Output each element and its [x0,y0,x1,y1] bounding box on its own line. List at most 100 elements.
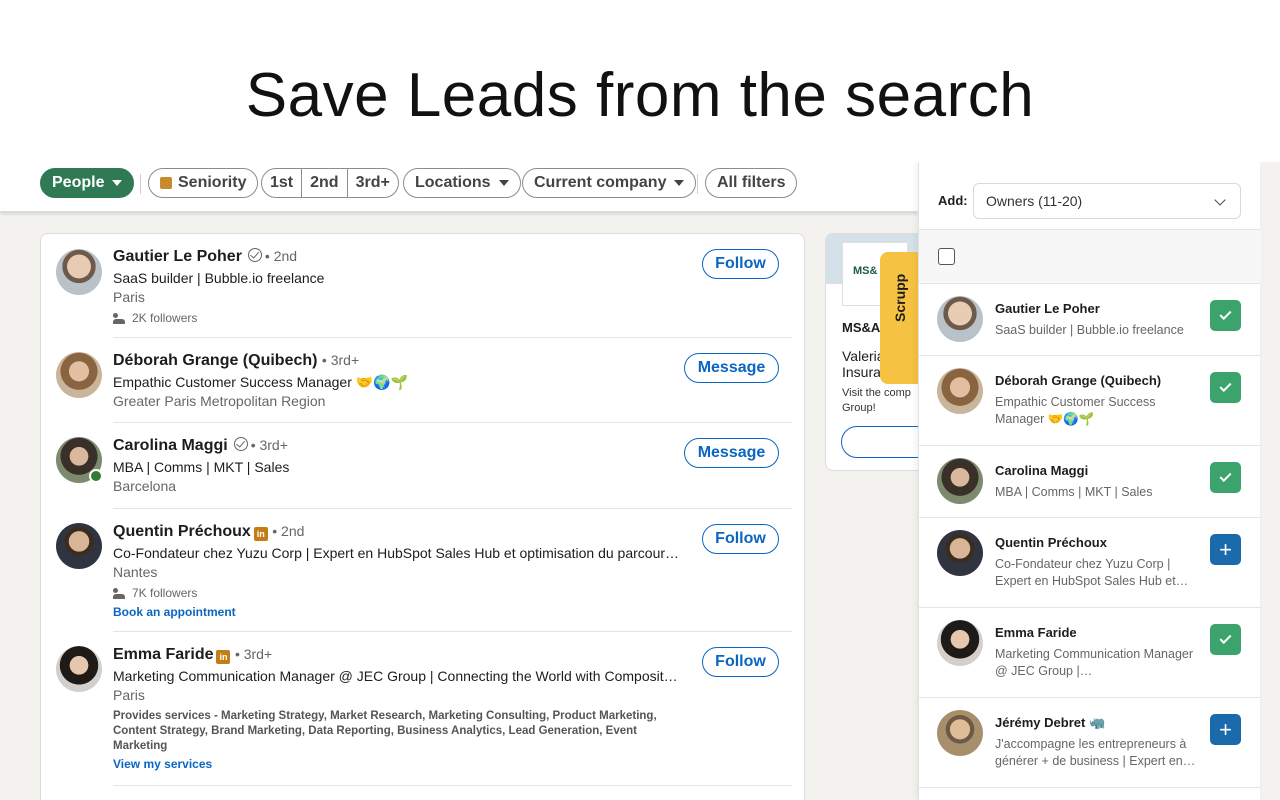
lead-item: Déborah Grange (Quibech) Empathic Custom… [919,356,1261,446]
avatar[interactable] [56,523,102,569]
select-all-checkbox[interactable] [938,248,955,265]
linkedin-premium-icon: in [253,527,268,541]
lead-headline: J'accompagne les entrepreneurs à générer… [995,737,1196,768]
result-headline: MBA | Comms | MKT | Sales [113,459,290,475]
add-label: Add: [938,193,968,208]
lead-saved-button[interactable] [1210,624,1241,655]
follow-button[interactable]: Follow [702,524,779,554]
current-company-filter-button[interactable]: Current company [522,168,697,198]
verified-icon [233,437,248,451]
services-text: Provides services - Marketing Strategy, … [113,710,657,752]
seniority-filter-button[interactable]: Seniority [148,168,259,198]
lead-headline: Co-Fondateur chez Yuzu Corp | Expert en … [995,557,1189,588]
result-row: Déborah Grange (Quibech) • 3rd+ Empathic… [41,338,806,423]
check-icon [1219,469,1232,483]
result-name[interactable]: Emma Faride in • 3rd+ [113,646,272,664]
scrupp-side-panel: Add: Owners (11-20) Gautier Le Poher Saa… [918,162,1261,800]
result-location: Paris [113,289,145,305]
add-to-list-row: Add: Owners (11-20) [919,172,1261,230]
divider [697,174,698,194]
linkedin-search-page: People Seniority 1st 2nd 3rd+ Locations … [0,162,1280,800]
degree-badge: • 3rd+ [250,437,288,453]
avatar[interactable] [56,249,102,295]
result-name-text: Quentin Préchoux [113,523,251,540]
caret-down-icon [112,180,123,186]
current-company-label: Current company [534,174,667,191]
degree-badge: • 2nd [272,523,305,539]
result-name[interactable]: Carolina Maggi • 3rd+ [113,437,288,455]
result-row: Quentin Préchoux in • 2nd Co-Fondateur ch… [41,509,806,632]
owners-select[interactable]: Owners (11-20) [973,183,1241,219]
people-filter-button[interactable]: People [40,168,135,198]
avatar[interactable] [56,352,102,398]
avatar [937,620,983,666]
lead-name: Quentin Préchoux [995,535,1107,550]
add-lead-button[interactable]: + [1210,714,1241,745]
lead-name: Emma Faride [995,625,1077,640]
scrupp-toggle-tab[interactable]: Scrupp [880,252,920,384]
plus-icon: + [1219,716,1232,742]
lead-saved-button[interactable] [1210,372,1241,403]
locations-label: Locations [415,174,491,191]
search-results-list: Gautier Le Poher • 2nd SaaS builder | Bub… [40,233,805,800]
followers-count: 2K followers [113,311,197,325]
lead-name: Déborah Grange (Quibech) [995,373,1162,388]
caret-down-icon [498,180,509,186]
avatar [937,710,983,756]
all-filters-button[interactable]: All filters [705,168,798,198]
result-headline: Empathic Customer Success Manager 🤝🌍🌱 [113,374,409,390]
avatar [937,296,983,342]
result-name[interactable]: Gautier Le Poher • 2nd [113,248,297,266]
result-name-text: Emma Faride [113,646,214,663]
degree-3rd-button[interactable]: 3rd+ [346,169,398,197]
lead-item: Emma Faride Marketing Communication Mana… [919,608,1261,698]
result-headline: Co-Fondateur chez Yuzu Corp | Expert en … [113,545,683,561]
filter-bar: People Seniority 1st 2nd 3rd+ Locations … [0,162,918,212]
message-button[interactable]: Message [684,438,779,468]
view-services-link[interactable]: View my services [113,757,212,771]
people-icon [113,312,126,324]
result-name[interactable]: Quentin Préchoux in • 2nd [113,523,304,541]
all-filters-label: All filters [717,174,786,191]
add-lead-button[interactable]: + [1210,534,1241,565]
result-headline: Marketing Communication Manager @ JEC Gr… [113,668,683,684]
degree-2nd-button[interactable]: 2nd [301,169,346,197]
degree-1st-button[interactable]: 1st [262,169,301,197]
follow-button[interactable]: Follow [702,647,779,677]
avatar [937,530,983,576]
seniority-icon [160,177,172,189]
divider [140,174,141,194]
result-name-text: Gautier Le Poher [113,248,242,265]
verified-icon [247,248,262,262]
result-location: Nantes [113,564,158,580]
hero-title: Save Leads from the search [245,61,1035,130]
avatar[interactable] [56,646,102,692]
lead-saved-button[interactable] [1210,462,1241,493]
locations-filter-button[interactable]: Locations [403,168,521,198]
follow-button[interactable]: Follow [702,249,779,279]
followers-text: 7K followers [132,586,198,600]
lead-headline: Marketing Communication Manager @ JEC Gr… [995,647,1194,678]
result-location: Greater Paris Metropolitan Region [113,393,326,409]
book-appointment-link[interactable]: Book an appointment [113,605,236,619]
message-button[interactable]: Message [684,353,779,383]
lead-item: Jérémy Debret 🦏 J'accompagne les entrepr… [919,698,1261,788]
chevron-down-icon [1214,194,1226,206]
avatar [937,458,983,504]
owners-select-value: Owners (11-20) [986,193,1083,209]
lead-name: Gautier Le Poher [995,301,1100,316]
lead-name: Jérémy Debret 🦏 [995,715,1106,730]
result-name[interactable]: Déborah Grange (Quibech) • 3rd+ [113,352,359,370]
check-icon [1219,379,1232,393]
avatar [937,368,983,414]
lead-headline: Empathic Customer Success Manager 🤝🌍🌱 [995,395,1156,426]
lead-saved-button[interactable] [1210,300,1241,331]
check-icon [1219,307,1232,321]
scrupp-tab-label: Scrupp [892,273,908,322]
seniority-label: Seniority [178,174,247,191]
check-icon [1219,631,1232,645]
people-icon [113,587,126,599]
result-name-text: Déborah Grange (Quibech) [113,352,318,369]
followers-count: 7K followers [113,586,197,600]
degree-filter-group: 1st 2nd 3rd+ [261,168,399,198]
